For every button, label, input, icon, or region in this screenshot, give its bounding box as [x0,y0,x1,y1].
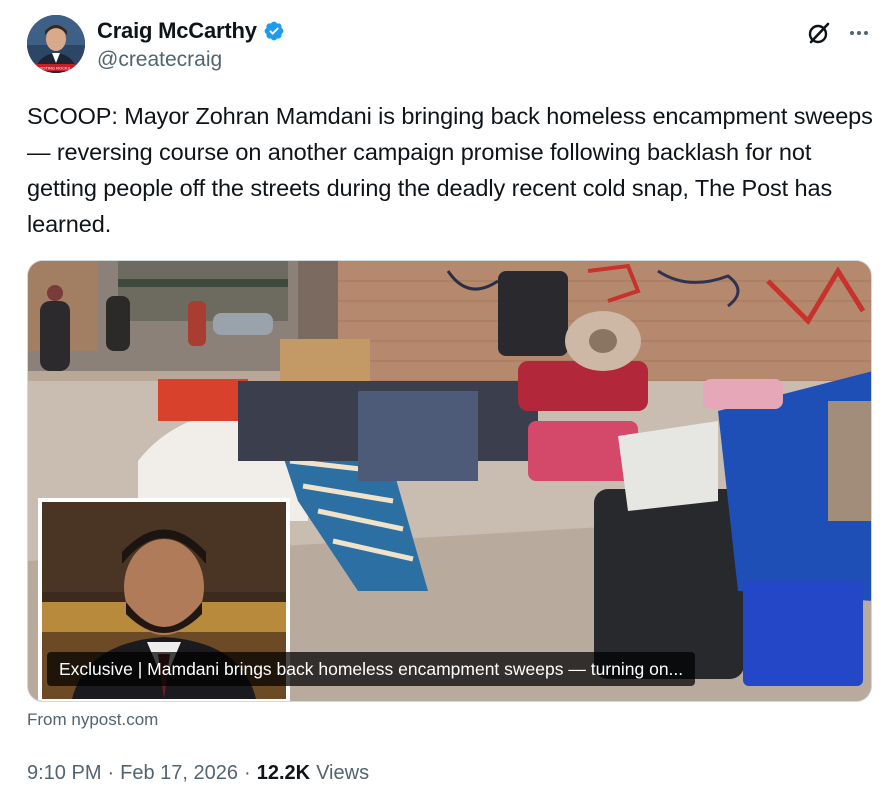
tweet-date[interactable]: Feb 17, 2026 [120,762,238,785]
author-avatar[interactable]: VOTING ROCKS [27,15,85,73]
profile-photo: VOTING ROCKS [27,15,85,73]
tweet: VOTING ROCKS Craig McCarthy @createcraig… [0,0,892,812]
tweet-meta: 9:10 PM · Feb 17, 2026 · 12.2K Views [27,762,369,785]
meta-separator: · [244,762,251,784]
meta-separator: · [107,762,115,784]
link-preview-card[interactable]: Exclusive | Mamdani brings back homeless… [27,260,872,702]
tweet-text: SCOOP: Mayor Zohran Mamdani is bringing … [27,103,873,237]
views-label[interactable]: Views [316,762,369,785]
more-options-icon[interactable] [846,20,872,46]
card-source[interactable]: From nypost.com [27,710,158,730]
avatar-badge-text: VOTING ROCKS [40,66,71,71]
author-handle[interactable]: @createcraig [97,48,222,72]
author-display-name[interactable]: Craig McCarthy [97,18,257,44]
tweet-time[interactable]: 9:10 PM [27,762,101,785]
grok-icon[interactable] [806,20,832,46]
card-title[interactable]: Exclusive | Mamdani brings back homeless… [47,652,696,686]
views-count[interactable]: 12.2K [257,762,310,785]
author-name-row: Craig McCarthy [97,18,285,44]
verified-badge-icon [263,20,285,42]
